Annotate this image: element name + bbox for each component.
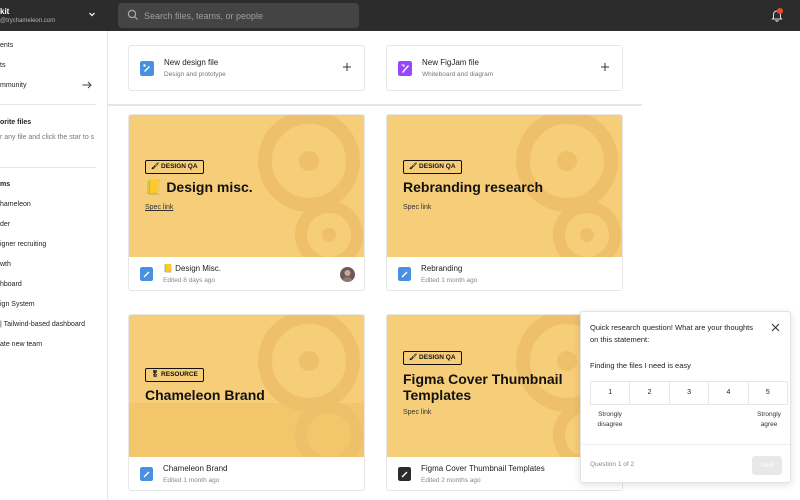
sidebar-divider xyxy=(0,167,96,168)
new-design-file-title: New design file xyxy=(164,58,219,67)
file-name: Chameleon Brand xyxy=(163,464,228,473)
new-figjam-file-card[interactable]: New FigJam file Whiteboard and diagram xyxy=(386,45,623,91)
survey-question: Quick research question! What are your t… xyxy=(590,323,754,344)
survey-statement: Finding the files I need is easy xyxy=(590,361,691,370)
file-meta: Chameleon Brand Edited 1 month ago xyxy=(129,457,364,490)
sidebar-team-item[interactable]: igner recruiting xyxy=(0,241,46,248)
file-card[interactable]: 🖌 DESIGN QA 📒 Design misc. Spec link 📒 D… xyxy=(128,114,365,291)
research-survey-popup: Quick research question! What are your t… xyxy=(580,311,791,483)
plus-icon[interactable] xyxy=(600,62,610,72)
file-card[interactable]: 🖌 DESIGN QA Rebranding research Spec lin… xyxy=(386,114,623,291)
sidebar-item-drafts[interactable]: ts xyxy=(0,62,5,69)
plus-icon[interactable] xyxy=(342,62,352,72)
arrow-right-icon[interactable] xyxy=(82,81,92,89)
figjam-file-icon xyxy=(398,61,412,76)
sidebar-team-item[interactable]: hboard xyxy=(0,281,22,288)
sidebar-divider xyxy=(0,104,96,105)
spec-link[interactable]: Spec link xyxy=(403,204,431,211)
file-meta: Rebranding Edited 1 month ago xyxy=(387,257,622,290)
spec-link[interactable]: Spec link xyxy=(403,409,431,416)
rating-scale: 1 2 3 4 5 xyxy=(590,381,788,405)
file-name: Figma Cover Thumbnail Templates xyxy=(421,464,545,473)
sidebar-item-recents[interactable]: ents xyxy=(0,42,13,49)
scale-high-label: Strongly agree xyxy=(757,411,781,428)
chevron-down-icon[interactable] xyxy=(88,10,96,18)
avatar xyxy=(340,267,355,282)
chameleon-swirl-decoration xyxy=(129,315,364,457)
new-figjam-file-subtitle: Whiteboard and diagram xyxy=(422,71,494,78)
survey-divider xyxy=(581,444,790,445)
account-switcher[interactable]: kit @trychameleon.com xyxy=(0,3,107,29)
notification-badge xyxy=(777,8,783,14)
design-file-icon xyxy=(398,267,411,281)
sidebar: ents ts mmunity orite files r any file a… xyxy=(0,31,108,500)
next-button[interactable]: Next xyxy=(752,456,782,475)
file-edited: Edited 2 months ago xyxy=(421,477,481,484)
section-divider xyxy=(108,104,642,106)
search-input[interactable] xyxy=(144,3,354,28)
new-figjam-file-title: New FigJam file xyxy=(422,58,479,67)
rating-option[interactable]: 5 xyxy=(749,382,787,404)
account-name: kit xyxy=(0,7,10,16)
file-name: 📒 Design Misc. xyxy=(163,264,221,273)
thumbnail-title: Figma Cover Thumbnail Templates xyxy=(403,371,563,403)
rating-option[interactable]: 2 xyxy=(630,382,670,404)
favorites-hint: r any file and click the star to s xyxy=(0,134,95,141)
thumbnail-title: Chameleon Brand xyxy=(145,387,265,403)
figjam-black-file-icon xyxy=(398,467,411,481)
file-thumbnail: 🖌 DESIGN QA Rebranding research Spec lin… xyxy=(387,115,622,257)
file-edited: Edited 1 month ago xyxy=(163,477,220,484)
top-bar: kit @trychameleon.com xyxy=(0,0,800,31)
file-thumbnail: 🖌 DESIGN QA 📒 Design misc. Spec link xyxy=(129,115,364,257)
sidebar-team-item[interactable]: hameleon xyxy=(0,201,31,208)
file-name: Rebranding xyxy=(421,264,463,273)
sidebar-item-community[interactable]: mmunity xyxy=(0,82,26,89)
file-meta: 📒 Design Misc. Edited 8 days ago xyxy=(129,257,364,290)
rating-option[interactable]: 1 xyxy=(591,382,631,404)
account-email: @trychameleon.com xyxy=(0,18,56,24)
file-card[interactable]: 🎖 RESOURCE Chameleon Brand Chameleon Bra… xyxy=(128,314,365,491)
new-design-file-subtitle: Design and prototype xyxy=(164,71,226,78)
file-tag: 🎖 RESOURCE xyxy=(145,368,204,382)
thumbnail-title: 📒 Design misc. xyxy=(145,179,253,195)
create-new-team[interactable]: ate new team xyxy=(0,341,42,348)
teams-heading: ms xyxy=(0,181,11,188)
new-design-file-card[interactable]: New design file Design and prototype xyxy=(128,45,365,91)
sidebar-team-item[interactable]: | Tailwind-based dashboard xyxy=(0,321,85,328)
design-file-icon xyxy=(140,467,153,481)
file-edited: Edited 1 month ago xyxy=(421,277,478,284)
sidebar-team-item[interactable]: der xyxy=(0,221,10,228)
scale-low-label: Strongly disagree xyxy=(597,411,623,428)
sidebar-team-item[interactable]: wth xyxy=(0,261,11,268)
thumbnail-title: Rebranding research xyxy=(403,179,544,195)
rating-option[interactable]: 4 xyxy=(709,382,749,404)
survey-progress: Question 1 of 2 xyxy=(590,461,635,468)
close-icon[interactable] xyxy=(771,323,780,332)
design-file-icon xyxy=(140,267,153,281)
file-tag: 🖌 DESIGN QA xyxy=(403,160,462,174)
file-tag: 🖌 DESIGN QA xyxy=(403,351,462,365)
file-tag: 🖌 DESIGN QA xyxy=(145,160,204,174)
search-bar[interactable] xyxy=(118,3,359,28)
file-thumbnail: 🎖 RESOURCE Chameleon Brand xyxy=(129,315,364,457)
search-icon xyxy=(127,9,138,20)
rating-option[interactable]: 3 xyxy=(670,382,710,404)
sidebar-team-item[interactable]: ign System xyxy=(0,301,35,308)
file-edited: Edited 8 days ago xyxy=(163,277,216,284)
favorites-heading: orite files xyxy=(0,119,32,126)
design-file-icon xyxy=(140,61,154,76)
spec-link[interactable]: Spec link xyxy=(145,204,173,211)
